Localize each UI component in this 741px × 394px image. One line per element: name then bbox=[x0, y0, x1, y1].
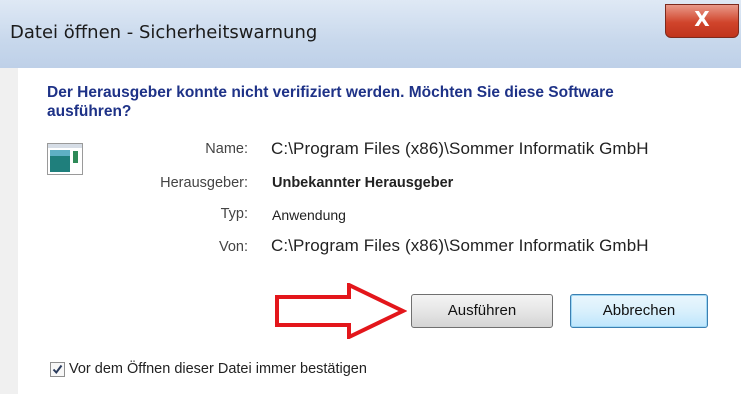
always-confirm-label[interactable]: Vor dem Öffnen dieser Datei immer bestät… bbox=[69, 361, 367, 377]
close-icon: X bbox=[694, 7, 710, 31]
warning-heading: Der Herausgeber konnte nicht verifiziert… bbox=[47, 84, 614, 120]
type-value: Anwendung bbox=[272, 207, 346, 223]
window-title: Datei öffnen - Sicherheitswarnung bbox=[10, 22, 318, 43]
type-label: Typ: bbox=[220, 206, 248, 222]
publisher-value: Unbekannter Herausgeber bbox=[272, 175, 454, 191]
name-label: Name: bbox=[205, 141, 248, 157]
run-button[interactable]: Ausführen bbox=[411, 294, 553, 328]
from-value: C:\Program Files (x86)\Sommer Informatik… bbox=[271, 236, 649, 255]
application-file-icon bbox=[47, 143, 83, 175]
name-value: C:\Program Files (x86)\Sommer Informatik… bbox=[271, 139, 649, 158]
publisher-label: Herausgeber: bbox=[160, 175, 248, 191]
title-bar: Datei öffnen - Sicherheitswarnung X bbox=[0, 0, 741, 68]
security-warning-dialog: Datei öffnen - Sicherheitswarnung X Der … bbox=[0, 0, 741, 394]
from-label: Von: bbox=[218, 239, 248, 255]
cancel-button[interactable]: Abbrechen bbox=[570, 294, 708, 328]
close-button[interactable]: X bbox=[665, 4, 739, 38]
red-arrow-icon bbox=[275, 283, 407, 339]
always-confirm-checkbox[interactable] bbox=[50, 362, 65, 377]
checkmark-icon bbox=[52, 364, 63, 375]
